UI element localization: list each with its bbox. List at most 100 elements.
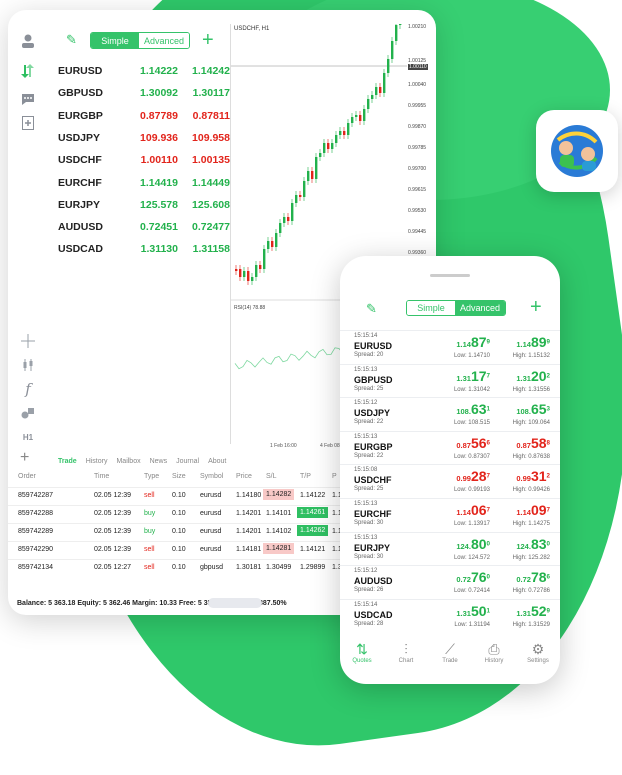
orders-header-cell: Symbol <box>200 473 224 480</box>
quote-row[interactable]: AUDUSD 0.72451 0.72477 <box>58 216 230 238</box>
crosshair-icon[interactable] <box>19 332 37 350</box>
phone-advanced-tab[interactable]: Advanced <box>455 301 505 315</box>
phone-mode-toggle[interactable]: Simple Advanced <box>406 300 506 316</box>
quote-bid: 0.87789 <box>140 109 178 122</box>
phone-quote-row[interactable]: 15:15:13 EURJPY Spread: 30 124.800 124.830 Lo… <box>340 531 560 566</box>
candle <box>319 153 322 157</box>
quote-time: 15:15:13 <box>354 433 378 440</box>
add-document-icon[interactable] <box>19 114 37 132</box>
history-icon: ⎙ <box>488 641 500 657</box>
phone-quote-row[interactable]: 15:15:12 AUDUSD Spread: 26 0.72760 0.72786 Lo… <box>340 565 560 599</box>
candle <box>283 217 286 223</box>
order-symbol: eurusd <box>200 546 222 553</box>
tab-journal[interactable]: Journal <box>176 458 199 465</box>
order-size: 0.10 <box>172 528 186 535</box>
edit-icon[interactable]: ✎ <box>66 32 77 48</box>
quote-row[interactable]: EURGBP 0.87789 0.87811 <box>58 105 230 127</box>
orders-header-cell: Size <box>172 473 186 480</box>
quote-low: Low: 1.31194 <box>454 621 490 628</box>
orders-header-cell: Order <box>18 473 36 480</box>
phone-quote-row[interactable]: 15:15:13 GBPUSD Spread: 25 1.31177 1.31202 Lo… <box>340 363 560 398</box>
phone-quote-row[interactable]: 15:15:14 USDCAD Spread: 28 1.31501 1.31529 Lo… <box>340 598 560 633</box>
phone-quote-row[interactable]: 15:15:13 EURGBP Spread: 22 0.87566 0.87588 Lo… <box>340 430 560 465</box>
quote-time: 15:15:14 <box>354 333 378 339</box>
tab-mailbox[interactable]: Mailbox <box>116 458 140 465</box>
quote-row[interactable]: USDCHF 1.00110 1.00135 <box>58 149 230 171</box>
order-time: 02.05 12:39 <box>94 546 131 553</box>
quote-row[interactable]: GBPUSD 1.30092 1.30117 <box>58 82 230 104</box>
objects-icon[interactable] <box>19 404 37 422</box>
metatrader-app-icon <box>536 110 618 192</box>
orders-header-cell: Type <box>144 473 160 480</box>
quote-low: Low: 1.13917 <box>453 521 490 527</box>
tab-news[interactable]: News <box>150 458 168 465</box>
candle <box>295 195 298 203</box>
phone-simple-tab[interactable]: Simple <box>407 301 455 315</box>
add-symbol-button[interactable]: + <box>202 30 214 50</box>
quote-low: Low: 0.72414 <box>453 588 490 595</box>
candle <box>375 87 378 95</box>
nav-trade[interactable]: ⟋ Trade <box>428 640 472 664</box>
quote-high: High: 1.14275 <box>512 521 550 527</box>
order-order: 859742134 <box>18 564 54 571</box>
quote-symbol: USDJPY <box>58 131 101 144</box>
quote-bid: 109.936 <box>140 131 178 144</box>
quote-ask: 0.87811 <box>192 109 230 122</box>
tab-trade[interactable]: Trade <box>58 458 77 465</box>
candle <box>327 143 330 149</box>
new-order-button[interactable]: + <box>20 448 29 468</box>
order-tp: 1.14121 <box>300 546 326 553</box>
quote-row[interactable]: EURJPY 125.578 125.608 <box>58 194 230 216</box>
candle <box>391 41 394 59</box>
nav-quotes[interactable]: ⇅ Quotes <box>340 640 384 664</box>
quote-high: High: 1.15132 <box>512 353 550 359</box>
advanced-tab[interactable]: Advanced <box>139 33 189 48</box>
tab-history[interactable]: History <box>86 458 108 465</box>
candle <box>243 271 246 277</box>
quote-high: High: 125.282 <box>512 554 550 561</box>
phone-quote-row[interactable]: 15:15:14 EURUSD Spread: 20 1.14879 1.14899 Lo… <box>340 330 560 364</box>
account-icon[interactable] <box>19 32 37 50</box>
quotes-icon: ⇅ <box>356 641 368 657</box>
phone-edit-icon[interactable]: ✎ <box>366 301 377 317</box>
quote-row[interactable]: USDCAD 1.31130 1.31158 <box>58 238 230 260</box>
price-axis-label: 0.99870 <box>408 124 427 130</box>
phone-quote-row[interactable]: 15:15:12 USDJPY Spread: 22 108.631 108.653 Lo… <box>340 397 560 431</box>
phone-add-symbol-button[interactable]: + <box>530 297 542 317</box>
order-type: sell <box>144 564 155 571</box>
order-price: 1.30181 <box>236 564 262 571</box>
phone-quote-row[interactable]: 15:15:08 USDCHF Spread: 25 0.99287 0.99312 Lo… <box>340 464 560 498</box>
price-axis-label: 0.99785 <box>408 145 427 151</box>
tablet-mode-toggle[interactable]: Simple Advanced <box>90 32 190 49</box>
order-sl: 1.14282 <box>263 489 295 500</box>
quote-ask: 125.608 <box>192 198 230 211</box>
candles-icon[interactable] <box>19 356 37 374</box>
candle <box>291 203 294 221</box>
candle <box>359 115 362 121</box>
quote-symbol: EURCHF <box>58 176 102 189</box>
quote-row[interactable]: EURCHF 1.14419 1.14449 <box>58 172 230 194</box>
nav-history[interactable]: ⎙ History <box>472 640 516 664</box>
tab-about[interactable]: About <box>208 458 226 465</box>
timeframe-button[interactable]: H1 <box>19 428 37 446</box>
order-tp: 1.14261 <box>297 507 329 518</box>
simple-tab[interactable]: Simple <box>91 33 139 48</box>
chat-icon[interactable] <box>19 90 37 108</box>
orders-header-cell: T/P <box>300 473 311 480</box>
quote-symbol: EURUSD <box>58 65 103 77</box>
nav-settings[interactable]: ⚙ Settings <box>516 640 560 664</box>
quote-high: High: 0.72786 <box>512 588 550 595</box>
function-icon[interactable]: f <box>19 380 37 398</box>
phone-quote-row[interactable]: 15:15:13 EURCHF Spread: 30 1.14067 1.14097 Lo… <box>340 498 560 532</box>
quote-ask: 1.30117 <box>192 87 230 100</box>
quote-bid: 0.87566 <box>456 434 490 451</box>
order-type: buy <box>144 528 156 535</box>
trade-arrows-icon[interactable] <box>19 62 37 80</box>
quote-ask: 0.87588 <box>516 434 550 451</box>
order-order: 859742287 <box>18 492 54 499</box>
quote-row[interactable]: EURUSD 1.14222 1.14242 <box>58 60 230 82</box>
quote-low: Low: 1.14710 <box>453 353 490 359</box>
candle <box>395 25 398 41</box>
quote-row[interactable]: USDJPY 109.936 109.958 <box>58 127 230 149</box>
nav-chart[interactable]: ⫶ Chart <box>384 640 428 664</box>
